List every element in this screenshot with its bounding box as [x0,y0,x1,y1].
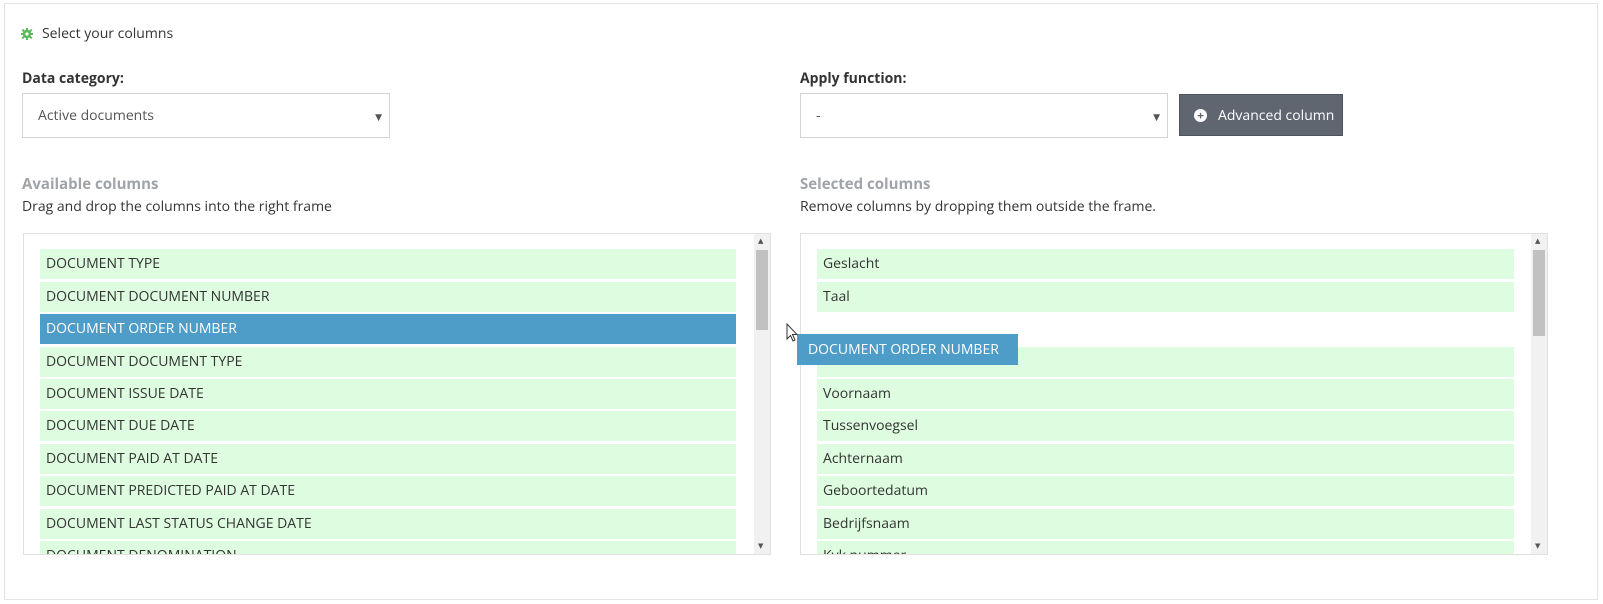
list-item[interactable]: DOCUMENT DUE DATE [40,411,736,441]
selected-columns-description: Remove columns by dropping them outside … [800,197,1156,216]
available-scrollbar[interactable]: ▲ ▼ [754,234,770,554]
chevron-down-icon: ▼ [375,110,382,123]
scroll-thumb[interactable] [1533,250,1545,336]
list-item[interactable]: DOCUMENT TYPE [40,249,736,279]
data-category-value: Active documents [38,106,154,125]
drag-ghost[interactable]: DOCUMENT ORDER NUMBER [797,334,1018,365]
selected-columns-list[interactable]: Geslacht Taal Initialen Voornaam Tussenv… [800,233,1548,555]
list-item[interactable]: Kvk nummer [817,541,1514,554]
advanced-column-label: Advanced column [1218,105,1335,125]
panel-title: Select your columns [42,24,174,43]
data-category-select[interactable]: Active documents ▼ [22,93,390,138]
available-columns-description: Drag and drop the columns into the right… [22,197,332,216]
plus-circle-icon: + [1194,108,1207,122]
list-item[interactable]: DOCUMENT PAID AT DATE [40,444,736,474]
list-item[interactable]: Taal [817,282,1514,312]
gear-icon [21,27,33,40]
list-item[interactable]: DOCUMENT ISSUE DATE [40,379,736,409]
scroll-down-icon[interactable]: ▼ [758,542,763,551]
available-columns-list[interactable]: DOCUMENT TYPE DOCUMENT DOCUMENT NUMBER D… [23,233,771,555]
list-item[interactable]: Geslacht [817,249,1514,279]
data-category-label: Data category: [22,69,124,88]
list-item[interactable]: DOCUMENT DENOMINATION [40,541,736,554]
list-item[interactable]: Bedrijfsnaam [817,509,1514,539]
advanced-column-button[interactable]: + Advanced column [1179,94,1343,136]
scroll-up-icon[interactable]: ▲ [1535,237,1540,246]
list-item[interactable]: Voornaam [817,379,1514,409]
list-item[interactable]: Geboortedatum [817,476,1514,506]
available-columns-title: Available columns [22,174,159,194]
panel-heading: Select your columns [21,24,173,43]
list-item[interactable]: DOCUMENT DOCUMENT NUMBER [40,282,736,312]
list-item[interactable]: DOCUMENT DOCUMENT TYPE [40,347,736,377]
apply-function-label: Apply function: [800,69,907,88]
list-item[interactable]: Tussenvoegsel [817,411,1514,441]
list-item[interactable]: DOCUMENT LAST STATUS CHANGE DATE [40,509,736,539]
list-item[interactable]: Achternaam [817,444,1514,474]
apply-function-value: - [816,106,821,125]
chevron-down-icon: ▼ [1153,110,1160,123]
list-item-selected[interactable]: DOCUMENT ORDER NUMBER [40,314,736,344]
list-item[interactable]: DOCUMENT PREDICTED PAID AT DATE [40,476,736,506]
scroll-up-icon[interactable]: ▲ [758,237,763,246]
selected-columns-title: Selected columns [800,174,931,194]
mouse-cursor-icon [786,323,798,342]
apply-function-select[interactable]: - ▼ [800,93,1168,138]
scroll-down-icon[interactable]: ▼ [1535,542,1540,551]
scroll-thumb[interactable] [756,250,768,330]
columns-panel: Select your columns Data category: Activ… [4,3,1598,600]
selected-scrollbar[interactable]: ▲ ▼ [1531,234,1547,554]
